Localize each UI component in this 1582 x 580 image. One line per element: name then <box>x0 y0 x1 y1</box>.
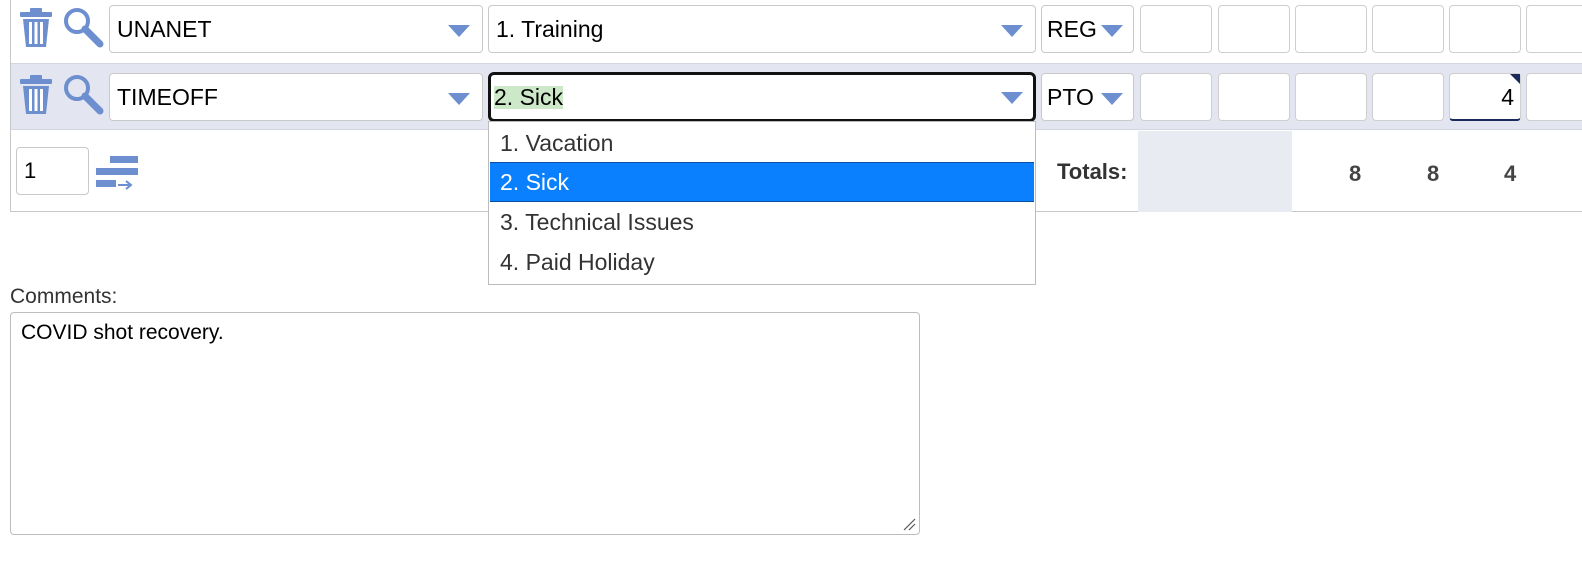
hours-input[interactable] <box>1526 5 1582 53</box>
task-value: 2. Sick <box>494 83 564 110</box>
task-value: 1. Training <box>496 15 604 42</box>
chevron-down-icon <box>448 25 470 37</box>
total-value: 8 <box>1349 161 1362 186</box>
hours-input[interactable] <box>1449 5 1521 53</box>
chevron-down-icon <box>1101 25 1123 37</box>
hours-input[interactable] <box>1140 5 1212 53</box>
comments-textarea[interactable]: COVID shot recovery. <box>10 312 920 535</box>
dropdown-option-vacation[interactable]: 1. Vacation <box>490 123 1034 163</box>
add-rows-count-input[interactable]: 1 <box>16 147 89 195</box>
comments-value: COVID shot recovery. <box>21 321 224 344</box>
dropdown-option-technical-issues[interactable]: 3. Technical Issues <box>490 202 1034 242</box>
hours-input[interactable]: 4 <box>1449 73 1521 121</box>
hours-input[interactable] <box>1372 73 1444 121</box>
chevron-down-icon <box>1101 93 1123 105</box>
labor-type-value: PTO <box>1047 83 1094 110</box>
task-dropdown-list: 1. Vacation 2. Sick 3. Technical Issues … <box>488 121 1036 285</box>
chevron-down-icon <box>1001 92 1023 104</box>
project-select[interactable]: TIMEOFF <box>109 73 483 121</box>
add-rows-count-value: 1 <box>24 158 37 183</box>
project-select[interactable]: UNANET <box>109 5 483 53</box>
task-select-focused[interactable]: 2. Sick <box>488 72 1036 122</box>
chevron-down-icon <box>1001 25 1023 37</box>
hours-input[interactable] <box>1295 5 1367 53</box>
comments-label: Comments: <box>10 285 118 308</box>
trash-icon[interactable] <box>18 8 54 48</box>
labor-type-select[interactable]: PTO <box>1041 73 1134 121</box>
hours-input[interactable] <box>1526 73 1582 121</box>
search-icon[interactable] <box>62 73 104 115</box>
total-value: 4 <box>1504 161 1517 186</box>
project-value: UNANET <box>117 15 212 42</box>
hours-input[interactable] <box>1295 73 1367 121</box>
hours-value: 4 <box>1501 84 1514 110</box>
comment-marker-icon <box>1510 74 1520 84</box>
resize-handle-icon[interactable] <box>902 517 916 531</box>
dropdown-option-sick[interactable]: 2. Sick <box>490 162 1034 202</box>
dropdown-option-paid-holiday[interactable]: 4. Paid Holiday <box>490 242 1034 282</box>
search-icon[interactable] <box>62 6 104 48</box>
task-select[interactable]: 1. Training <box>488 5 1036 53</box>
totals-label: Totals: <box>1057 159 1128 184</box>
hours-input[interactable] <box>1218 5 1290 53</box>
chevron-down-icon <box>448 93 470 105</box>
trash-icon[interactable] <box>18 75 54 115</box>
hours-input[interactable] <box>1140 73 1212 121</box>
labor-type-select[interactable]: REG <box>1041 5 1134 53</box>
labor-type-value: REG <box>1047 15 1097 42</box>
total-value: 8 <box>1427 161 1440 186</box>
hours-input[interactable] <box>1218 73 1290 121</box>
add-rows-icon[interactable] <box>96 154 138 194</box>
project-value: TIMEOFF <box>117 83 218 110</box>
hours-input[interactable] <box>1372 5 1444 53</box>
totals-shaded-column <box>1138 131 1292 212</box>
